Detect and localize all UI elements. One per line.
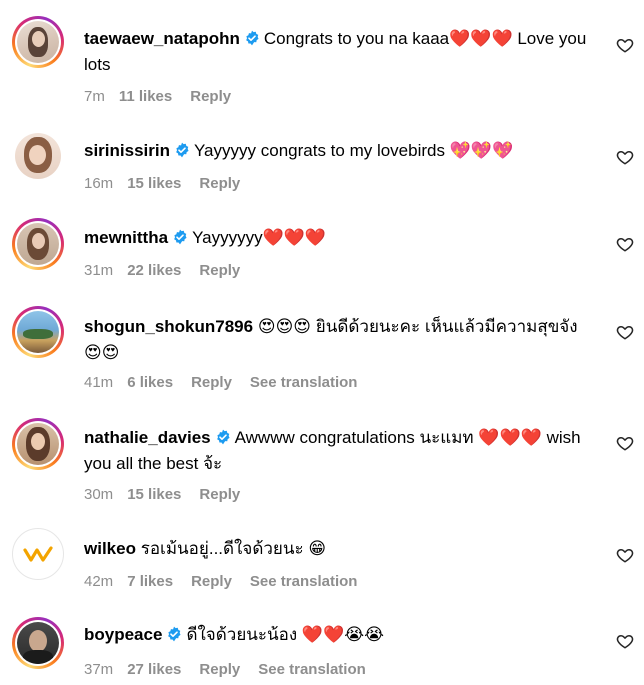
- comment-username[interactable]: shogun_shokun7896: [84, 317, 253, 336]
- verified-badge-icon: [244, 30, 260, 46]
- reply-button[interactable]: Reply: [199, 262, 240, 279]
- verified-badge-icon: [166, 626, 182, 642]
- heart-outline-icon[interactable]: [616, 434, 634, 452]
- comment-time: 7m: [84, 88, 105, 105]
- verified-badge-icon: [172, 229, 188, 245]
- avatar[interactable]: [12, 306, 64, 358]
- reply-button[interactable]: Reply: [199, 175, 240, 192]
- avatar[interactable]: [12, 528, 64, 580]
- see-translation-button[interactable]: See translation: [250, 374, 358, 391]
- avatar[interactable]: [12, 16, 64, 68]
- likes-count[interactable]: 6 likes: [127, 374, 173, 391]
- comment-username[interactable]: taewaew_natapohn: [84, 29, 240, 48]
- likes-count[interactable]: 11 likes: [119, 88, 172, 105]
- reply-button[interactable]: Reply: [191, 573, 232, 590]
- see-translation-button[interactable]: See translation: [250, 573, 358, 590]
- reply-button[interactable]: Reply: [191, 374, 232, 391]
- comment-time: 16m: [84, 175, 114, 192]
- comment-time: 30m: [84, 486, 114, 503]
- comment-time: 31m: [84, 262, 114, 279]
- comment-time: 41m: [84, 374, 114, 391]
- see-translation-button[interactable]: See translation: [258, 661, 366, 678]
- heart-outline-icon[interactable]: [616, 632, 634, 650]
- comment-text: Yayyyyy congrats to my lovebirds 💖💖💖: [193, 141, 514, 160]
- comment-username[interactable]: sirinissirin: [84, 141, 170, 160]
- likes-count[interactable]: 15 likes: [127, 175, 181, 192]
- avatar[interactable]: [12, 218, 64, 270]
- likes-count[interactable]: 27 likes: [127, 661, 181, 678]
- avatar[interactable]: [12, 418, 64, 470]
- avatar[interactable]: [12, 617, 64, 669]
- comment-time: 37m: [84, 661, 114, 678]
- reply-button[interactable]: Reply: [199, 661, 240, 678]
- comment-time: 42m: [84, 573, 114, 590]
- verified-badge-icon: [174, 142, 190, 158]
- comment-text: Yayyyyyy❤️❤️❤️: [192, 228, 327, 247]
- reply-button[interactable]: Reply: [190, 88, 231, 105]
- likes-count[interactable]: 15 likes: [127, 486, 181, 503]
- comment-username[interactable]: boypeace: [84, 625, 162, 644]
- heart-outline-icon[interactable]: [616, 235, 634, 253]
- heart-outline-icon[interactable]: [616, 36, 634, 54]
- comment-username[interactable]: mewnittha: [84, 228, 168, 247]
- heart-outline-icon[interactable]: [616, 546, 634, 564]
- avatar[interactable]: [12, 130, 64, 182]
- verified-badge-icon: [215, 429, 231, 445]
- reply-button[interactable]: Reply: [199, 486, 240, 503]
- likes-count[interactable]: 22 likes: [127, 262, 181, 279]
- wilkeo-logo-icon: [23, 546, 53, 562]
- comment-text: รอเม้นอยู่...ดีใจด้วยนะ 😁: [140, 539, 327, 558]
- likes-count[interactable]: 7 likes: [127, 573, 173, 590]
- comment-username[interactable]: nathalie_davies: [84, 428, 211, 447]
- comment-text: ดีใจด้วยนะน้อง ❤️❤️😭😭: [186, 625, 384, 644]
- comment-username[interactable]: wilkeo: [84, 539, 136, 558]
- heart-outline-icon[interactable]: [616, 323, 634, 341]
- heart-outline-icon[interactable]: [616, 148, 634, 166]
